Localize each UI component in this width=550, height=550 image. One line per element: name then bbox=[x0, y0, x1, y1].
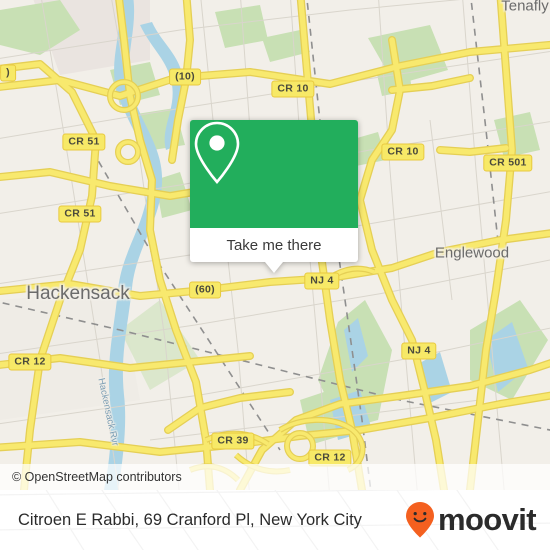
take-me-there-label: Take me there bbox=[226, 236, 322, 254]
popup-pointer-tail bbox=[265, 262, 283, 273]
road-shield: CR 501 bbox=[483, 154, 533, 172]
map-attribution: © OpenStreetMap contributors bbox=[0, 464, 550, 490]
moovit-wordmark: moovit bbox=[437, 502, 537, 537]
popup-image-area bbox=[190, 120, 358, 228]
road-shield: CR 39 bbox=[211, 432, 255, 450]
place-label-tenafly: Tenafly bbox=[501, 0, 549, 15]
road-shield: ) bbox=[0, 64, 16, 82]
road-shield: CR 12 bbox=[8, 353, 52, 371]
road-shield: NJ 4 bbox=[304, 272, 340, 290]
road-shield: NJ 4 bbox=[401, 342, 437, 360]
road-shield: CR 10 bbox=[271, 80, 315, 98]
moovit-smiley-pin-icon bbox=[405, 502, 434, 538]
place-label-englewood: Englewood bbox=[434, 244, 510, 262]
place-label-hackensack: Hackensack bbox=[26, 283, 130, 304]
road-shield: CR 51 bbox=[62, 133, 106, 151]
location-title: Citroen E Rabbi, 69 Cranford Pl, New Yor… bbox=[18, 510, 362, 529]
footer-bar: Citroen E Rabbi, 69 Cranford Pl, New Yor… bbox=[0, 490, 550, 550]
moovit-logo: moovit bbox=[405, 501, 537, 539]
map-canvas[interactable]: Tenafly Englewood Hackensack Hackensack … bbox=[0, 0, 550, 490]
attribution-text: © OpenStreetMap contributors bbox=[12, 470, 182, 484]
road-shield: (10) bbox=[169, 68, 201, 86]
road-shield: CR 51 bbox=[58, 205, 102, 223]
road-shield: CR 10 bbox=[381, 143, 425, 161]
location-popup[interactable]: Take me there bbox=[190, 120, 358, 273]
location-pin-icon bbox=[194, 121, 240, 184]
map-page: Tenafly Englewood Hackensack Hackensack … bbox=[0, 0, 550, 550]
road-shield: (60) bbox=[189, 281, 221, 299]
take-me-there-button[interactable]: Take me there bbox=[190, 228, 358, 262]
